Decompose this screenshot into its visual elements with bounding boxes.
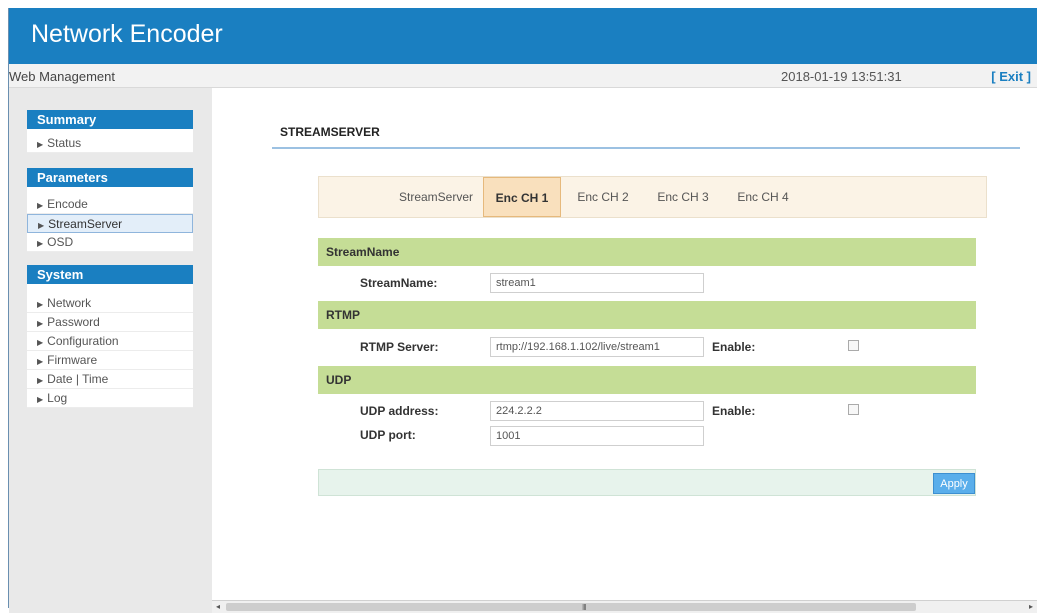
udp-address-label: UDP address: bbox=[360, 404, 439, 418]
triangle-right-icon: ▶ bbox=[38, 221, 45, 230]
tab-enc-ch-4[interactable]: Enc CH 4 bbox=[725, 177, 801, 217]
app-title: Network Encoder bbox=[31, 20, 223, 48]
sidebar-heading-system: System bbox=[27, 265, 193, 284]
rtmp-server-label: RTMP Server: bbox=[360, 340, 439, 354]
rtmp-enable-checkbox[interactable] bbox=[848, 340, 859, 351]
sidebar-item-label: Configuration bbox=[47, 334, 119, 348]
triangle-right-icon: ▶ bbox=[37, 201, 44, 210]
horizontal-scrollbar[interactable]: ◂ III ▸ bbox=[212, 600, 1037, 613]
datetime-display: 2018-01-19 13:51:31 bbox=[781, 69, 902, 84]
channel-tabs: StreamServer Enc CH 1 Enc CH 2 Enc CH 3 … bbox=[318, 176, 987, 218]
sidebar-bottom-edge bbox=[9, 600, 212, 613]
tab-enc-ch-3[interactable]: Enc CH 3 bbox=[645, 177, 721, 217]
sidebar-section-summary: Summary ▶ Status bbox=[27, 110, 193, 153]
sidebar-item-date-time[interactable]: ▶ Date | Time bbox=[27, 370, 193, 389]
triangle-right-icon: ▶ bbox=[37, 319, 44, 328]
scroll-right-icon[interactable]: ▸ bbox=[1029, 602, 1033, 611]
tab-enc-ch-1[interactable]: Enc CH 1 bbox=[483, 177, 561, 217]
sidebar-item-label: Password bbox=[47, 315, 100, 329]
sidebar-item-label: StreamServer bbox=[48, 217, 123, 231]
sidebar-item-label: Encode bbox=[47, 197, 88, 211]
page-title: STREAMSERVER bbox=[280, 125, 380, 139]
sidebar-section-system: System ▶ Network ▶ Password ▶ Configuration… bbox=[27, 265, 193, 408]
section-header-streamname: StreamName bbox=[318, 238, 976, 266]
section-header-rtmp: RTMP bbox=[318, 301, 976, 329]
triangle-right-icon: ▶ bbox=[37, 300, 44, 309]
web-management-label: Web Management bbox=[9, 69, 115, 84]
sidebar-item-configuration[interactable]: ▶ Configuration bbox=[27, 332, 193, 351]
sidebar-item-label: Network bbox=[47, 296, 92, 310]
rtmp-server-input[interactable]: rtmp://192.168.1.102/live/stream1 bbox=[490, 337, 704, 357]
streamname-label: StreamName: bbox=[360, 276, 438, 290]
sidebar-item-label: Date | Time bbox=[47, 372, 109, 386]
sidebar-item-encode[interactable]: ▶ Encode bbox=[27, 195, 193, 214]
tab-streamserver[interactable]: StreamServer bbox=[383, 177, 489, 217]
sidebar-item-streamserver[interactable]: ▶ StreamServer bbox=[27, 214, 193, 233]
tab-enc-ch-2[interactable]: Enc CH 2 bbox=[565, 177, 641, 217]
triangle-right-icon: ▶ bbox=[37, 376, 44, 385]
scroll-left-icon[interactable]: ◂ bbox=[216, 602, 220, 611]
udp-port-input[interactable]: 1001 bbox=[490, 426, 704, 446]
udp-address-input[interactable]: 224.2.2.2 bbox=[490, 401, 704, 421]
triangle-right-icon: ▶ bbox=[37, 357, 44, 366]
sidebar-item-osd[interactable]: ▶ OSD bbox=[27, 233, 193, 252]
sidebar: Summary ▶ Status Parameters ▶ Encode ▶ Stre… bbox=[9, 88, 212, 600]
scrollbar-thumb[interactable]: III bbox=[226, 603, 916, 612]
triangle-right-icon: ▶ bbox=[37, 140, 44, 149]
triangle-right-icon: ▶ bbox=[37, 395, 44, 404]
title-divider bbox=[272, 147, 1020, 149]
info-bar: Web Management 2018-01-19 13:51:31 [ Exi… bbox=[9, 64, 1037, 88]
exit-link[interactable]: [ Exit ] bbox=[991, 69, 1031, 84]
triangle-right-icon: ▶ bbox=[37, 338, 44, 347]
sidebar-section-parameters: Parameters ▶ Encode ▶ StreamServer ▶ OSD bbox=[27, 168, 193, 252]
udp-enable-checkbox[interactable] bbox=[848, 404, 859, 415]
streamname-input[interactable]: stream1 bbox=[490, 273, 704, 293]
sidebar-item-network[interactable]: ▶ Network bbox=[27, 294, 193, 313]
app-header: Network Encoder bbox=[9, 8, 1037, 64]
section-header-udp: UDP bbox=[318, 366, 976, 394]
sidebar-item-log[interactable]: ▶ Log bbox=[27, 389, 193, 408]
action-bar: Apply bbox=[318, 469, 976, 496]
triangle-right-icon: ▶ bbox=[37, 239, 44, 248]
rtmp-enable-label: Enable: bbox=[712, 340, 756, 354]
sidebar-item-password[interactable]: ▶ Password bbox=[27, 313, 193, 332]
sidebar-item-status[interactable]: ▶ Status bbox=[27, 134, 193, 153]
sidebar-heading-summary: Summary bbox=[27, 110, 193, 129]
scrollbar-grip-icon: III bbox=[582, 603, 587, 612]
sidebar-item-label: Firmware bbox=[47, 353, 98, 367]
udp-enable-label: Enable: bbox=[712, 404, 756, 418]
sidebar-heading-parameters: Parameters bbox=[27, 168, 193, 187]
sidebar-item-firmware[interactable]: ▶ Firmware bbox=[27, 351, 193, 370]
udp-port-label: UDP port: bbox=[360, 428, 416, 442]
apply-button[interactable]: Apply bbox=[933, 473, 975, 494]
sidebar-item-label: Status bbox=[47, 136, 82, 150]
sidebar-item-label: OSD bbox=[47, 235, 74, 249]
sidebar-item-label: Log bbox=[47, 391, 68, 405]
main-content: STREAMSERVER StreamServer Enc CH 1 Enc C… bbox=[212, 88, 1037, 600]
